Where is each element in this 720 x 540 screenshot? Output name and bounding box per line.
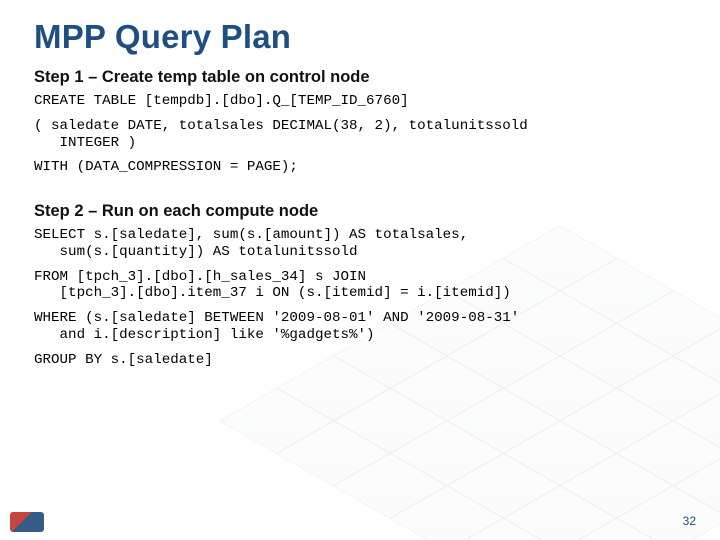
slide-body: MPP Query Plan Step 1 – Create temp tabl… xyxy=(0,0,720,540)
step2-sql-groupby: GROUP BY s.[saledate] xyxy=(34,352,686,369)
step1-sql-with: WITH (DATA_COMPRESSION = PAGE); xyxy=(34,159,686,176)
step1-heading: Step 1 – Create temp table on control no… xyxy=(34,68,686,87)
step2-sql-where: WHERE (s.[saledate] BETWEEN '2009-08-01'… xyxy=(34,310,686,344)
page-title: MPP Query Plan xyxy=(34,18,686,56)
step1-sql-create: CREATE TABLE [tempdb].[dbo].Q_[TEMP_ID_6… xyxy=(34,93,686,110)
step1-sql-columns: ( saledate DATE, totalsales DECIMAL(38, … xyxy=(34,118,686,152)
step2-sql-from: FROM [tpch_3].[dbo].[h_sales_34] s JOIN … xyxy=(34,269,686,303)
step2-heading: Step 2 – Run on each compute node xyxy=(34,202,686,221)
step2-sql-select: SELECT s.[saledate], sum(s.[amount]) AS … xyxy=(34,227,686,261)
